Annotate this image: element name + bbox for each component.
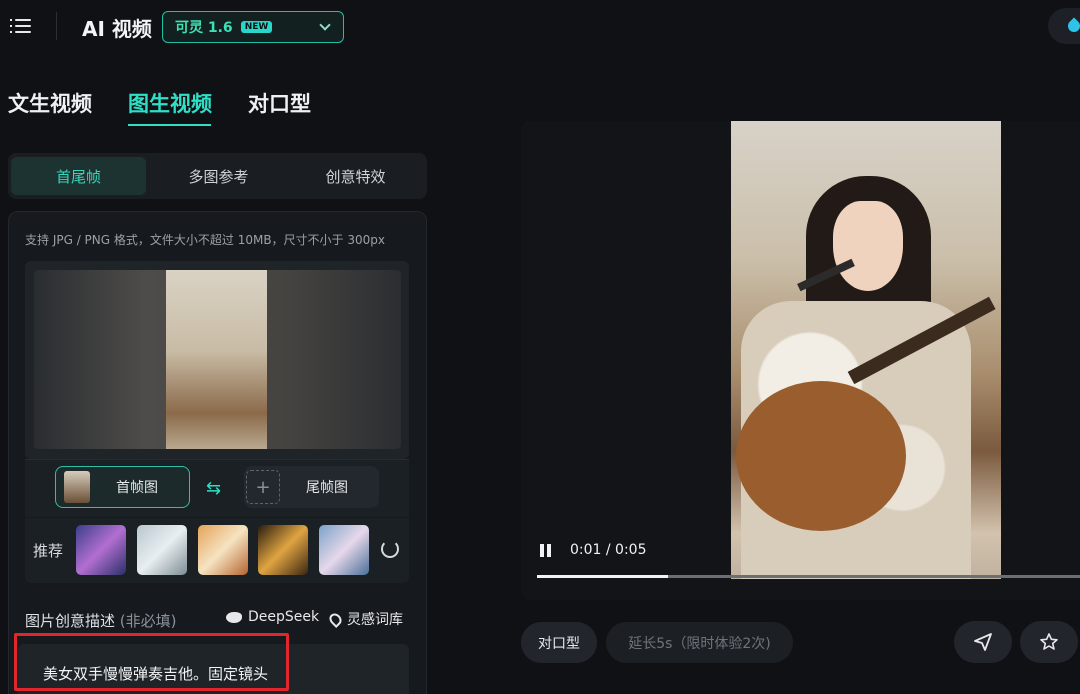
chevron-down-icon <box>319 19 331 31</box>
lip-sync-button[interactable]: 对口型 <box>521 622 597 663</box>
favorite-button[interactable] <box>1020 621 1078 663</box>
recommend-thumb[interactable] <box>198 525 248 575</box>
deepseek-icon <box>226 611 242 623</box>
tab-image-to-video[interactable]: 图生视频 <box>128 88 212 118</box>
active-tab-indicator <box>128 124 211 126</box>
first-frame-thumbnail <box>64 471 90 503</box>
tab-multi-image-reference[interactable]: 多图参考 <box>151 157 286 195</box>
inspiration-label: 灵感词库 <box>347 612 403 628</box>
highlight-outline <box>14 633 289 691</box>
send-icon <box>974 633 992 651</box>
video-frame <box>731 121 1001 579</box>
location-pin-icon <box>327 610 344 628</box>
refresh-icon[interactable] <box>381 540 399 558</box>
menu-icon[interactable] <box>10 16 32 36</box>
credits-pill[interactable] <box>1048 8 1080 44</box>
video-progress-fill <box>537 575 668 578</box>
tab-text-to-video[interactable]: 文生视频 <box>8 88 92 118</box>
deepseek-button[interactable]: DeepSeek <box>226 609 319 625</box>
video-progress-bar[interactable] <box>537 575 1080 578</box>
preview-image <box>166 270 267 449</box>
star-icon <box>1040 633 1058 650</box>
swap-icon[interactable]: ⇆ <box>206 478 221 499</box>
recommend-thumb[interactable] <box>137 525 187 575</box>
last-frame-label: 尾帧图 <box>306 480 348 496</box>
pause-icon[interactable] <box>540 544 552 557</box>
uploaded-image-preview <box>34 270 401 449</box>
recommend-thumb[interactable] <box>258 525 308 575</box>
new-badge: NEW <box>240 21 273 33</box>
extend-button[interactable]: 延长5s（限时体验2次) <box>606 622 793 663</box>
tab-creative-effects[interactable]: 创意特效 <box>288 157 423 195</box>
first-frame-button[interactable]: 首帧图 <box>55 466 190 508</box>
tab-first-last-frame[interactable]: 首尾帧 <box>11 157 146 195</box>
first-frame-label: 首帧图 <box>116 480 158 496</box>
inspiration-library-button[interactable]: 灵感词库 <box>327 609 403 629</box>
recommend-label: 推荐 <box>33 542 64 560</box>
last-frame-button[interactable]: + 尾帧图 <box>244 466 379 508</box>
header-divider <box>56 12 57 40</box>
sub-tab-bar: 首尾帧 多图参考 创意特效 <box>8 153 427 199</box>
video-guitar <box>736 381 906 531</box>
deepseek-label: DeepSeek <box>248 609 320 625</box>
optional-hint: (非必填) <box>119 612 177 630</box>
app-title: AI 视频 <box>82 17 152 41</box>
plus-icon: + <box>246 470 280 504</box>
recommend-thumb[interactable] <box>319 525 369 575</box>
share-button[interactable] <box>954 621 1012 663</box>
video-subject-face <box>833 201 903 291</box>
description-label: 图片创意描述 (非必填) <box>25 612 177 630</box>
upload-hint: 支持 JPG / PNG 格式，文件大小不超过 10MB，尺寸不小于 300px <box>25 233 385 247</box>
droplet-icon <box>1065 17 1080 35</box>
video-timecode: 0:01 / 0:05 <box>570 542 647 558</box>
model-label: 可灵 1.6 <box>175 20 233 36</box>
recommend-thumb[interactable] <box>76 525 126 575</box>
tab-lip-sync[interactable]: 对口型 <box>248 88 311 118</box>
model-select[interactable]: 可灵 1.6 NEW <box>162 11 344 43</box>
